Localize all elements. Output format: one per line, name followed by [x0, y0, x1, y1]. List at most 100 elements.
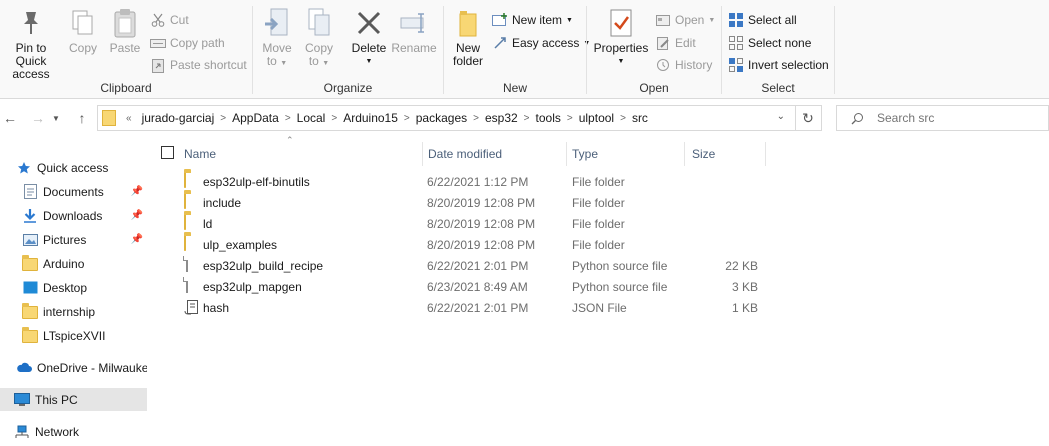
file-name: esp32ulp_build_recipe	[203, 258, 324, 273]
delete-button[interactable]: Delete ▼	[349, 6, 389, 68]
column-header-name[interactable]: Name	[184, 142, 422, 166]
column-divider[interactable]	[566, 142, 567, 166]
nav-item-downloads[interactable]: Downloads 📌	[0, 204, 147, 227]
breadcrumb-item[interactable]: Local	[291, 111, 332, 125]
file-row[interactable]: hash 6/22/2021 2:01 PM JSON File 1 KB	[155, 297, 775, 318]
dropdown-arrow-icon: ▼	[280, 60, 288, 67]
up-button[interactable]: ↑	[72, 108, 92, 128]
nav-item-documents[interactable]: Documents 📌	[0, 180, 147, 203]
file-name: ulp_examples	[203, 237, 278, 252]
edit-button[interactable]: Edit	[655, 33, 696, 53]
open-group: Properties ▼ Open ▼ Edit History Open	[587, 0, 721, 99]
nav-item-pictures[interactable]: Pictures 📌	[0, 228, 147, 251]
file-row[interactable]: esp32ulp_mapgen 6/23/2021 8:49 AM Python…	[155, 276, 775, 297]
nav-item-ltspicexvii[interactable]: LTspiceXVII	[0, 324, 147, 347]
file-size: 3 KB	[731, 279, 758, 294]
forward-arrow-icon: →	[31, 110, 45, 126]
nav-item-desktop[interactable]: Desktop	[0, 276, 147, 299]
delete-x-icon	[349, 6, 389, 40]
pin-icon[interactable]: 📌	[131, 210, 143, 221]
paste-shortcut-icon	[150, 57, 166, 73]
dropdown-arrow-icon: ▼	[365, 58, 373, 65]
properties-button[interactable]: Properties ▼	[591, 6, 651, 68]
open-button[interactable]: Open ▼	[655, 10, 715, 30]
file-row[interactable]: esp32ulp_build_recipe 6/22/2021 2:01 PM …	[155, 255, 775, 276]
json-file-icon	[184, 299, 200, 316]
organize-group-label: Organize	[323, 81, 373, 95]
file-type: Python source file	[572, 258, 668, 273]
cut-button[interactable]: Cut	[150, 10, 189, 30]
file-type: JSON File	[572, 300, 627, 315]
breadcrumb-item[interactable]: tools	[530, 111, 567, 125]
edit-pencil-icon	[655, 35, 671, 51]
nav-item-quick-access[interactable]: Quick access	[0, 156, 147, 179]
recent-locations-button[interactable]: ▼	[50, 108, 62, 128]
move-to-button[interactable]: Move to ▼	[259, 6, 295, 70]
organize-group: Move to ▼ Copy to ▼ Delete ▼ Rename Orga…	[253, 0, 443, 99]
select-all-checkbox[interactable]	[161, 146, 174, 159]
column-divider[interactable]	[422, 142, 423, 166]
file-date: 6/22/2021 1:12 PM	[427, 174, 529, 189]
nav-item-arduino[interactable]: Arduino	[0, 252, 147, 275]
column-divider[interactable]	[765, 142, 766, 166]
pin-to-quick-access-button[interactable]: Pin to Quick access	[0, 6, 62, 81]
breadcrumb-item[interactable]: esp32	[479, 111, 524, 125]
search-box[interactable]	[836, 105, 1049, 131]
file-row[interactable]: ulp_examples 8/20/2019 12:08 PM File fol…	[155, 234, 775, 255]
nav-item-this-pc[interactable]: This PC	[0, 388, 147, 411]
file-size	[688, 234, 758, 255]
select-none-button[interactable]: Select none	[728, 33, 811, 53]
pin-icon[interactable]: 📌	[131, 186, 143, 197]
file-type: Python source file	[572, 279, 668, 294]
copy-icon	[66, 6, 100, 40]
address-bar[interactable]: « jurado-garciaj > AppData > Local > Ard…	[97, 105, 796, 131]
paste-shortcut-button[interactable]: Paste shortcut	[150, 55, 247, 75]
nav-item-network[interactable]: Network	[0, 420, 147, 443]
easy-access-button[interactable]: Easy access ▼	[492, 33, 590, 53]
overflow-chevron[interactable]: «	[122, 113, 136, 124]
pin-icon[interactable]: 📌	[131, 234, 143, 245]
search-input[interactable]	[877, 111, 1037, 125]
paste-button[interactable]: Paste	[105, 6, 145, 55]
address-dropdown-icon[interactable]: ⌄	[777, 111, 785, 122]
file-row[interactable]: esp32ulp-elf-binutils 6/22/2021 1:12 PM …	[155, 171, 775, 192]
nav-item-onedrive[interactable]: OneDrive - Milwauke	[0, 356, 147, 379]
breadcrumb-item[interactable]: jurado-garciaj	[136, 111, 221, 125]
back-button[interactable]: ←	[0, 108, 20, 128]
up-arrow-icon: ↑	[78, 110, 86, 126]
breadcrumb-item[interactable]: ulptool	[573, 111, 620, 125]
column-header-type[interactable]: Type	[572, 142, 684, 166]
copy-to-button[interactable]: Copy to ▼	[301, 6, 337, 70]
dropdown-arrow-icon: ▼	[322, 60, 330, 67]
nav-item-internship[interactable]: internship	[0, 300, 147, 323]
folder-icon	[184, 214, 200, 232]
pictures-icon	[22, 232, 38, 248]
open-group-label: Open	[639, 81, 669, 95]
invert-selection-icon	[728, 57, 744, 73]
forward-button[interactable]: →	[28, 108, 48, 128]
download-arrow-icon	[22, 208, 38, 224]
select-all-button[interactable]: Select all	[728, 10, 797, 30]
breadcrumb-item[interactable]: packages	[410, 111, 473, 125]
file-date: 6/23/2021 8:49 AM	[427, 279, 528, 294]
invert-selection-button[interactable]: Invert selection	[728, 55, 829, 75]
copy-to-icon	[301, 6, 337, 40]
breadcrumb-item[interactable]: Arduino15	[337, 111, 404, 125]
file-row[interactable]: ld 8/20/2019 12:08 PM File folder	[155, 213, 775, 234]
column-header-date[interactable]: Date modified	[428, 142, 566, 166]
new-folder-button[interactable]: New folder	[450, 6, 486, 68]
copy-path-button[interactable]: Copy path	[150, 33, 225, 53]
file-row[interactable]: include 8/20/2019 12:08 PM File folder	[155, 192, 775, 213]
pin-icon	[0, 6, 62, 40]
rename-button[interactable]: Rename	[391, 6, 437, 55]
breadcrumb-item[interactable]: src	[626, 111, 654, 125]
history-button[interactable]: History	[655, 55, 712, 75]
column-divider[interactable]	[684, 142, 685, 166]
breadcrumb-item[interactable]: AppData	[226, 111, 285, 125]
file-date: 8/20/2019 12:08 PM	[427, 237, 536, 252]
refresh-button[interactable]: ↻	[795, 105, 822, 131]
new-item-button[interactable]: New item ▼	[492, 10, 573, 30]
copy-button[interactable]: Copy	[66, 6, 100, 55]
column-header-size[interactable]: Size	[692, 142, 764, 166]
navigation-pane: Quick access Documents 📌 Downloads 📌 Pic…	[0, 140, 147, 446]
